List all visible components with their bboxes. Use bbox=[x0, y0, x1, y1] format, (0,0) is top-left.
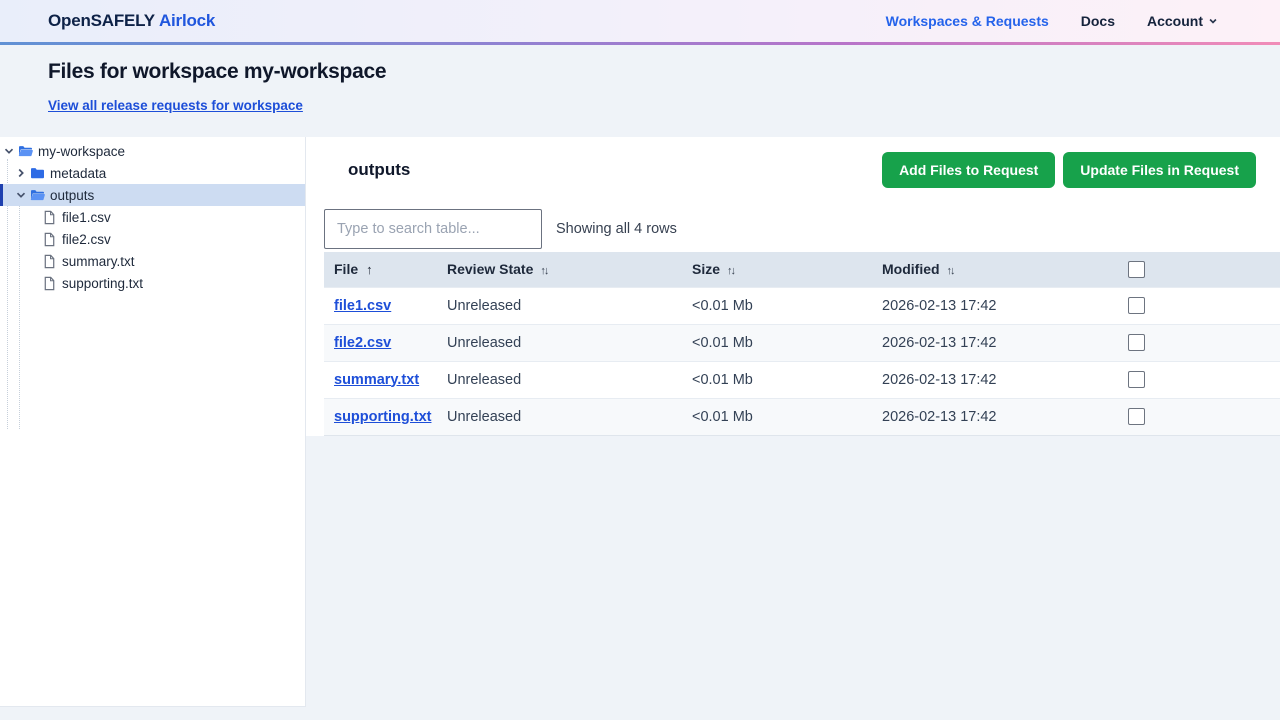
table-header-row: File ↑ Review State ↑↓ Size ↑↓ Modified ↑↓ bbox=[324, 252, 1280, 287]
sort-icon: ↑↓ bbox=[946, 265, 956, 278]
logo-airlock: Airlock bbox=[158, 11, 216, 30]
modified-cell: 2026-02-13 17:42 bbox=[872, 323, 1110, 361]
modified-cell: 2026-02-13 17:42 bbox=[872, 360, 1110, 398]
review-state-cell: Unreleased bbox=[437, 397, 682, 436]
folder-open-icon bbox=[18, 145, 33, 158]
tree-item-label: metadata bbox=[50, 165, 107, 181]
review-state-cell: Unreleased bbox=[437, 286, 682, 324]
nav-account-label: Account bbox=[1147, 13, 1203, 29]
page-title: Files for workspace my-workspace bbox=[48, 60, 387, 83]
tree-item-label: file2.csv bbox=[62, 231, 111, 247]
file-icon bbox=[42, 210, 57, 225]
file-tree-sidebar: my-workspace metadata outputs file1.csv … bbox=[0, 137, 306, 707]
file-link[interactable]: supporting.txt bbox=[334, 409, 431, 425]
size-cell: <0.01 Mb bbox=[682, 397, 872, 436]
file-icon bbox=[42, 232, 57, 247]
tree-item-supporting-txt[interactable]: supporting.txt bbox=[0, 272, 305, 294]
outputs-panel: outputs Add Files to Request Update File… bbox=[306, 137, 1280, 436]
sort-icon: ↑↓ bbox=[540, 265, 549, 278]
tree-item-summary-txt[interactable]: summary.txt bbox=[0, 250, 305, 272]
tree-item-label: supporting.txt bbox=[62, 275, 144, 291]
nav-account-menu[interactable]: Account bbox=[1147, 13, 1218, 29]
row-select-checkbox[interactable] bbox=[1128, 334, 1145, 351]
tree-item-label: summary.txt bbox=[62, 253, 135, 269]
column-header-modified[interactable]: Modified ↑↓ bbox=[872, 252, 1110, 287]
table-search-input[interactable] bbox=[324, 209, 542, 249]
tree-item-file1-csv[interactable]: file1.csv bbox=[0, 206, 305, 228]
file-link[interactable]: summary.txt bbox=[334, 372, 419, 388]
size-cell: <0.01 Mb bbox=[682, 360, 872, 398]
size-cell: <0.01 Mb bbox=[682, 286, 872, 324]
table-row: file2.csv Unreleased <0.01 Mb 2026-02-13… bbox=[324, 323, 1280, 361]
file-icon bbox=[42, 254, 57, 269]
chevron-down-icon bbox=[1208, 16, 1218, 26]
chevron-right-icon bbox=[15, 167, 27, 179]
app-logo[interactable]: OpenSAFELY Airlock bbox=[48, 11, 215, 31]
table-row: supporting.txt Unreleased <0.01 Mb 2026-… bbox=[324, 397, 1280, 436]
files-table: File ↑ Review State ↑↓ Size ↑↓ Modified ↑↓ bbox=[324, 252, 1280, 436]
nav-docs[interactable]: Docs bbox=[1081, 13, 1115, 29]
top-navbar: OpenSAFELY Airlock Workspaces & Requests … bbox=[0, 0, 1280, 45]
view-release-requests-link[interactable]: View all release requests for workspace bbox=[48, 98, 303, 113]
main-content: outputs Add Files to Request Update File… bbox=[306, 137, 1280, 436]
tree-item-label: my-workspace bbox=[38, 143, 126, 159]
file-icon bbox=[42, 276, 57, 291]
sort-asc-icon: ↑ bbox=[366, 262, 373, 278]
column-header-file[interactable]: File ↑ bbox=[324, 252, 437, 287]
page-header: Files for workspace my-workspace View al… bbox=[0, 45, 1280, 137]
row-count-status: Showing all 4 rows bbox=[556, 221, 677, 237]
folder-open-icon bbox=[30, 189, 45, 202]
tree-item-metadata[interactable]: metadata bbox=[0, 162, 305, 184]
review-state-cell: Unreleased bbox=[437, 360, 682, 398]
logo-opensafely: OpenSAFELY bbox=[48, 11, 155, 30]
table-row: file1.csv Unreleased <0.01 Mb 2026-02-13… bbox=[324, 286, 1280, 324]
tree-item-outputs[interactable]: outputs bbox=[0, 184, 305, 206]
review-state-cell: Unreleased bbox=[437, 323, 682, 361]
row-select-checkbox[interactable] bbox=[1128, 408, 1145, 425]
chevron-down-icon bbox=[15, 189, 27, 201]
file-link[interactable]: file1.csv bbox=[334, 298, 391, 314]
tree-item-file2-csv[interactable]: file2.csv bbox=[0, 228, 305, 250]
column-header-size[interactable]: Size ↑↓ bbox=[682, 252, 872, 287]
sort-icon: ↑↓ bbox=[727, 265, 736, 278]
modified-cell: 2026-02-13 17:42 bbox=[872, 286, 1110, 324]
modified-cell: 2026-02-13 17:42 bbox=[872, 397, 1110, 436]
table-row: summary.txt Unreleased <0.01 Mb 2026-02-… bbox=[324, 360, 1280, 398]
tree-item-label: outputs bbox=[50, 187, 95, 203]
nav-links: Workspaces & Requests Docs Account bbox=[886, 13, 1218, 29]
nav-workspaces-requests[interactable]: Workspaces & Requests bbox=[886, 13, 1049, 29]
update-files-in-request-button[interactable]: Update Files in Request bbox=[1063, 152, 1256, 188]
tree-item-label: file1.csv bbox=[62, 209, 111, 225]
column-header-review-state[interactable]: Review State ↑↓ bbox=[437, 252, 682, 287]
size-cell: <0.01 Mb bbox=[682, 323, 872, 361]
row-select-checkbox[interactable] bbox=[1128, 297, 1145, 314]
directory-heading: outputs bbox=[348, 160, 411, 179]
file-link[interactable]: file2.csv bbox=[334, 335, 391, 351]
chevron-down-icon bbox=[3, 145, 15, 157]
tree-item-my-workspace[interactable]: my-workspace bbox=[0, 140, 305, 162]
row-select-checkbox[interactable] bbox=[1128, 371, 1145, 388]
column-header-select bbox=[1110, 252, 1280, 287]
folder-closed-icon bbox=[30, 167, 45, 180]
select-all-checkbox[interactable] bbox=[1128, 261, 1145, 279]
add-files-to-request-button[interactable]: Add Files to Request bbox=[882, 152, 1056, 188]
